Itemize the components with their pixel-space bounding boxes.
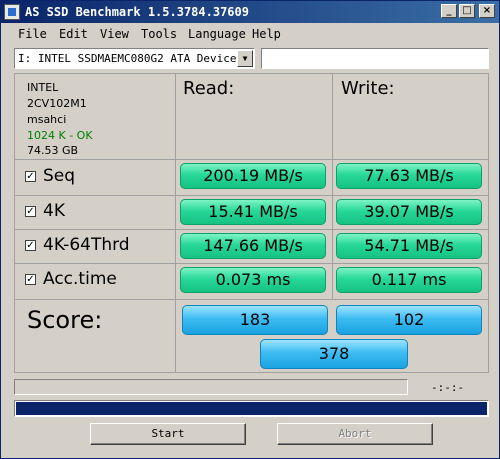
- window-title: AS SSD Benchmark 1.5.3784.37609: [25, 5, 249, 19]
- acctime-checkbox[interactable]: ✓: [25, 274, 36, 285]
- 4k-checkbox[interactable]: ✓: [25, 206, 36, 217]
- drive-vendor: INTEL: [27, 81, 59, 94]
- acctime-label: Acc.time: [43, 269, 117, 289]
- drive-driver: msahci: [27, 113, 67, 126]
- grid-divider: [15, 195, 488, 196]
- grid-divider: [15, 159, 488, 160]
- seq-read-result: 200.19 MB/s: [180, 163, 326, 189]
- score-total: 378: [260, 339, 408, 369]
- menu-tools[interactable]: Tools: [141, 27, 177, 41]
- close-button[interactable]: ×: [479, 4, 495, 18]
- grid-divider: [332, 74, 333, 300]
- drive-alignment: 1024 K - OK: [27, 129, 93, 142]
- minimize-button[interactable]: _: [441, 4, 457, 18]
- 4k-read-result: 15.41 MB/s: [180, 199, 326, 225]
- app-window: AS SSD Benchmark 1.5.3784.37609 _ □ × Fi…: [0, 0, 500, 459]
- drive-capacity: 74.53 GB: [27, 144, 79, 157]
- device-selected-value: I: INTEL SSDMAEMC080G2 ATA Device: [18, 52, 237, 65]
- 4k64-label: 4K-64Thrd: [43, 235, 130, 255]
- menu-help[interactable]: Help: [252, 27, 281, 41]
- 4k-label: 4K: [43, 201, 65, 221]
- score-read: 183: [182, 305, 328, 335]
- path-input[interactable]: [261, 48, 489, 69]
- 4k64-read-result: 147.66 MB/s: [180, 233, 326, 259]
- chevron-down-icon[interactable]: ▼: [237, 50, 253, 67]
- score-write: 102: [336, 305, 482, 335]
- overall-progress-fill: [16, 402, 487, 415]
- device-dropdown[interactable]: I: INTEL SSDMAEMC080G2 ATA Device ▼: [14, 48, 255, 69]
- results-grid: INTEL 2CV102M1 msahci 1024 K - OK 74.53 …: [14, 73, 489, 373]
- menu-edit[interactable]: Edit: [59, 27, 88, 41]
- acctime-write-result: 0.117 ms: [336, 267, 482, 293]
- overall-progress-bar: [14, 400, 489, 417]
- abort-button[interactable]: Abort: [277, 423, 433, 445]
- drive-firmware: 2CV102M1: [27, 97, 87, 110]
- grid-divider: [15, 263, 488, 264]
- elapsed-time: -:-:-: [431, 381, 465, 394]
- score-label: Score:: [27, 306, 103, 334]
- 4k64-checkbox[interactable]: ✓: [25, 240, 36, 251]
- start-button[interactable]: Start: [90, 423, 246, 445]
- grid-divider: [175, 74, 176, 372]
- read-header: Read:: [183, 78, 235, 99]
- grid-divider: [15, 229, 488, 230]
- seq-write-result: 77.63 MB/s: [336, 163, 482, 189]
- write-header: Write:: [341, 78, 395, 99]
- menu-bar: File Edit View Tools Language Help: [1, 23, 499, 45]
- 4k-write-result: 39.07 MB/s: [336, 199, 482, 225]
- menu-file[interactable]: File: [18, 27, 47, 41]
- maximize-button[interactable]: □: [459, 4, 475, 18]
- menu-view[interactable]: View: [100, 27, 129, 41]
- app-icon: [4, 4, 20, 20]
- seq-checkbox[interactable]: ✓: [25, 171, 36, 182]
- grid-divider: [15, 299, 488, 300]
- test-progress-bar: [14, 379, 408, 395]
- menu-language[interactable]: Language: [188, 27, 246, 41]
- acctime-read-result: 0.073 ms: [180, 267, 326, 293]
- seq-label: Seq: [43, 166, 76, 186]
- 4k64-write-result: 54.71 MB/s: [336, 233, 482, 259]
- title-bar[interactable]: AS SSD Benchmark 1.5.3784.37609 _ □ ×: [1, 1, 499, 23]
